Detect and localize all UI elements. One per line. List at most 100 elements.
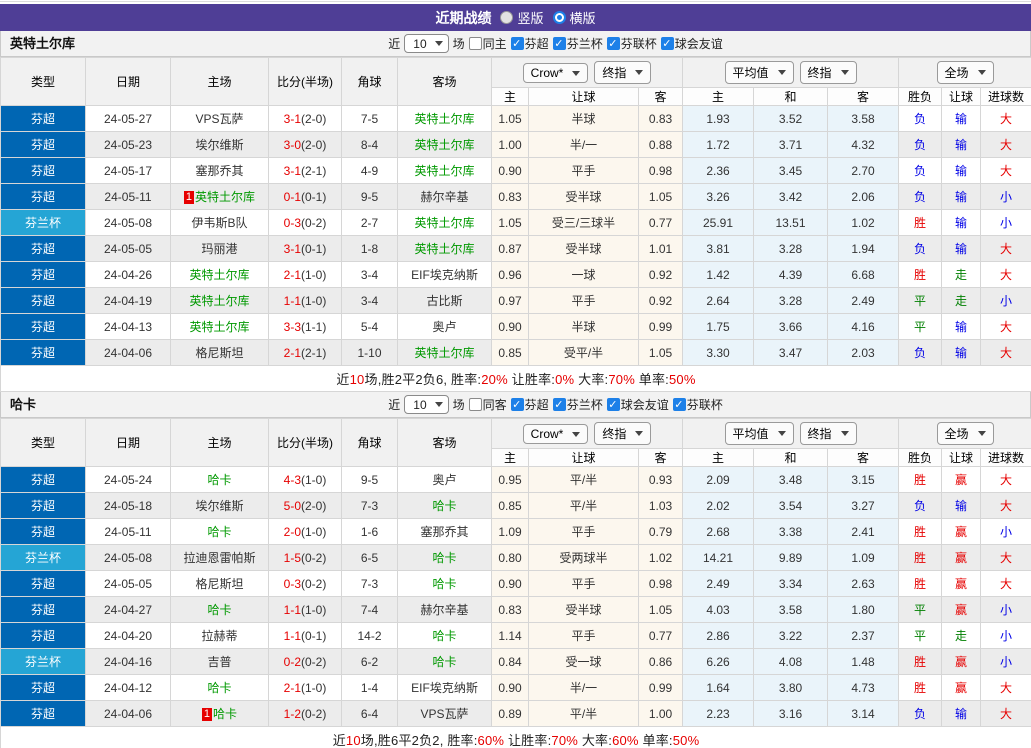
handicap-line: 受半球: [528, 596, 639, 623]
period-select[interactable]: 全场: [936, 61, 994, 84]
summary-text: 70%: [551, 733, 579, 748]
bookmaker-select[interactable]: Crow*: [522, 424, 589, 444]
handicap-away-odds: 0.86: [637, 648, 684, 675]
checkbox-checked-icon[interactable]: [606, 398, 620, 411]
recent-count-select[interactable]: 10: [404, 34, 449, 53]
league-badge: 芬兰杯: [0, 209, 86, 236]
handicap-home-odds: 0.80: [491, 544, 529, 571]
odds-stage-select[interactable]: 终指: [594, 422, 652, 445]
handicap-away-odds: 0.92: [637, 287, 684, 314]
fulltime-score: 4-3: [283, 472, 301, 487]
summary-text: 让胜率:: [504, 733, 552, 748]
fulltime-score: 1-2: [283, 706, 301, 721]
result-outcome: 负: [898, 131, 943, 158]
section-inter-turku: 英特土尔库近10场同主芬超芬兰杯芬联杯球会友谊类型日期主场比分(半场)角球客场C…: [0, 31, 1031, 392]
team-name-text: 拉赫蒂: [201, 629, 238, 643]
handicap-away-odds: 0.93: [637, 466, 684, 493]
chevron-down-icon: [777, 70, 786, 75]
handicap-home-odds: 0.85: [491, 492, 529, 519]
home-team-cell: 埃尔维斯: [170, 131, 269, 158]
recent-count-select[interactable]: 10: [404, 395, 449, 414]
result-handicap: 输: [941, 183, 982, 210]
match-row: 芬超 24-05-18 埃尔维斯 5-0(2-0) 7-3 哈卡 0.85 平/半 1.03 2.…: [0, 492, 1031, 519]
summary-row: 近10场,胜6平2负2, 胜率:60% 让胜率:70% 大率:60% 单率:50…: [0, 726, 1031, 748]
league-filter-checkbox[interactable]: 芬兰杯: [552, 396, 603, 413]
radio-unselected-icon[interactable]: [500, 11, 514, 24]
column-header: 日期: [85, 418, 171, 467]
checkbox-checked-icon[interactable]: [606, 37, 620, 50]
checkbox-icon[interactable]: [468, 398, 482, 411]
score-cell: 1-1(0-1): [268, 622, 342, 649]
checkbox-icon[interactable]: [468, 37, 482, 50]
result-text: 小: [1000, 294, 1013, 308]
avg-away-odds: 1.94: [827, 235, 900, 262]
same-venue-checkbox[interactable]: 同客: [468, 396, 507, 413]
average-select[interactable]: 平均值: [724, 422, 794, 445]
match-row: 芬超 24-05-23 埃尔维斯 3-0(2-0) 8-4 英特土尔库 1.00 半/一 0.8…: [0, 131, 1031, 158]
fulltime-score: 2-1: [283, 345, 301, 360]
league-filter-checkbox[interactable]: 球会友谊: [660, 35, 723, 52]
result-text: 负: [914, 242, 927, 256]
team-name-text: 英特土尔库: [189, 320, 250, 334]
league-filter-checkbox[interactable]: 芬超: [510, 35, 549, 52]
league-filter-checkbox[interactable]: 芬超: [510, 396, 549, 413]
result-text: 小: [1000, 629, 1013, 643]
result-text: 大: [1000, 681, 1013, 695]
handicap-away-odds: 1.00: [637, 700, 684, 727]
checkbox-checked-icon[interactable]: [660, 37, 674, 50]
handicap-home-odds: 0.84: [491, 648, 529, 675]
avg-away-odds: 1.09: [827, 544, 900, 571]
match-row: 芬超 24-04-12 哈卡 2-1(1-0) 1-4 EIF埃克纳斯 0.90 半/一 0.9…: [0, 674, 1031, 701]
checkbox-checked-icon[interactable]: [552, 37, 566, 50]
away-team-cell: 英特土尔库: [397, 131, 492, 158]
odds-stage-select[interactable]: 终指: [799, 422, 857, 445]
league-badge: 芬超: [0, 131, 86, 158]
team-name-text: 英特土尔库: [195, 190, 256, 204]
corners-cell: 7-3: [341, 570, 398, 597]
league-filter-checkbox[interactable]: 芬联杯: [672, 396, 723, 413]
result-handicap: 走: [941, 261, 982, 288]
summary-text: 场,胜2平2负6, 胜率:: [364, 372, 482, 387]
odds-stage-select[interactable]: 终指: [594, 61, 652, 84]
league-filter-checkbox[interactable]: 球会友谊: [606, 396, 669, 413]
handicap-home-odds: 1.09: [491, 518, 529, 545]
result-text: 大: [1000, 707, 1013, 721]
radio-vertical-layout[interactable]: 竖版: [500, 8, 544, 27]
same-venue-checkbox[interactable]: 同主: [468, 35, 507, 52]
match-row: 芬超 24-04-13 英特土尔库 3-3(1-1) 5-4 奥卢 0.90 半球 0.99 1.…: [0, 313, 1031, 340]
result-text: 输: [955, 190, 968, 204]
result-handicap: 输: [941, 339, 982, 366]
bookmaker-select[interactable]: Crow*: [522, 63, 589, 83]
radio-selected-icon[interactable]: [552, 11, 566, 24]
radio-horizontal-layout[interactable]: 横版: [552, 8, 596, 27]
handicap-home-odds: 1.05: [491, 105, 529, 132]
league-filter-label: 芬超: [524, 398, 549, 412]
avg-away-odds: 2.03: [827, 339, 900, 366]
summary-text: 20%: [481, 372, 508, 387]
handicap-home-odds: 0.85: [491, 339, 529, 366]
date-cell: 24-04-06: [85, 700, 171, 727]
checkbox-checked-icon[interactable]: [510, 398, 524, 411]
section-haka: 哈卡近10场同客芬超芬兰杯球会友谊芬联杯类型日期主场比分(半场)角球客场Crow…: [0, 392, 1031, 748]
match-row: 芬超 24-05-24 哈卡 4-3(1-0) 9-5 奥卢 0.95 平/半 0.93 2.09…: [0, 466, 1031, 493]
league-filter-checkbox[interactable]: 芬兰杯: [552, 35, 603, 52]
result-text: 赢: [955, 525, 968, 539]
checkbox-checked-icon[interactable]: [510, 37, 524, 50]
odds-stage-select[interactable]: 终指: [799, 61, 857, 84]
avg-draw-odds: 3.28: [753, 287, 829, 314]
team-name-text: 埃尔维斯: [195, 138, 244, 152]
halftime-score: (0-2): [301, 576, 327, 591]
checkbox-checked-icon[interactable]: [672, 398, 686, 411]
avg-away-odds: 4.32: [827, 131, 900, 158]
score-cell: 3-0(2-0): [268, 131, 342, 158]
average-select[interactable]: 平均值: [724, 61, 794, 84]
halftime-score: (2-1): [301, 345, 327, 360]
period-select[interactable]: 全场: [936, 422, 994, 445]
league-filter-checkbox[interactable]: 芬联杯: [606, 35, 657, 52]
home-team-cell: 1 哈卡: [170, 700, 269, 727]
checkbox-checked-icon[interactable]: [552, 398, 566, 411]
result-outcome: 负: [898, 700, 943, 727]
result-outcome: 平: [898, 596, 943, 623]
result-outcome: 负: [898, 235, 943, 262]
avg-draw-odds: 3.45: [753, 157, 829, 184]
